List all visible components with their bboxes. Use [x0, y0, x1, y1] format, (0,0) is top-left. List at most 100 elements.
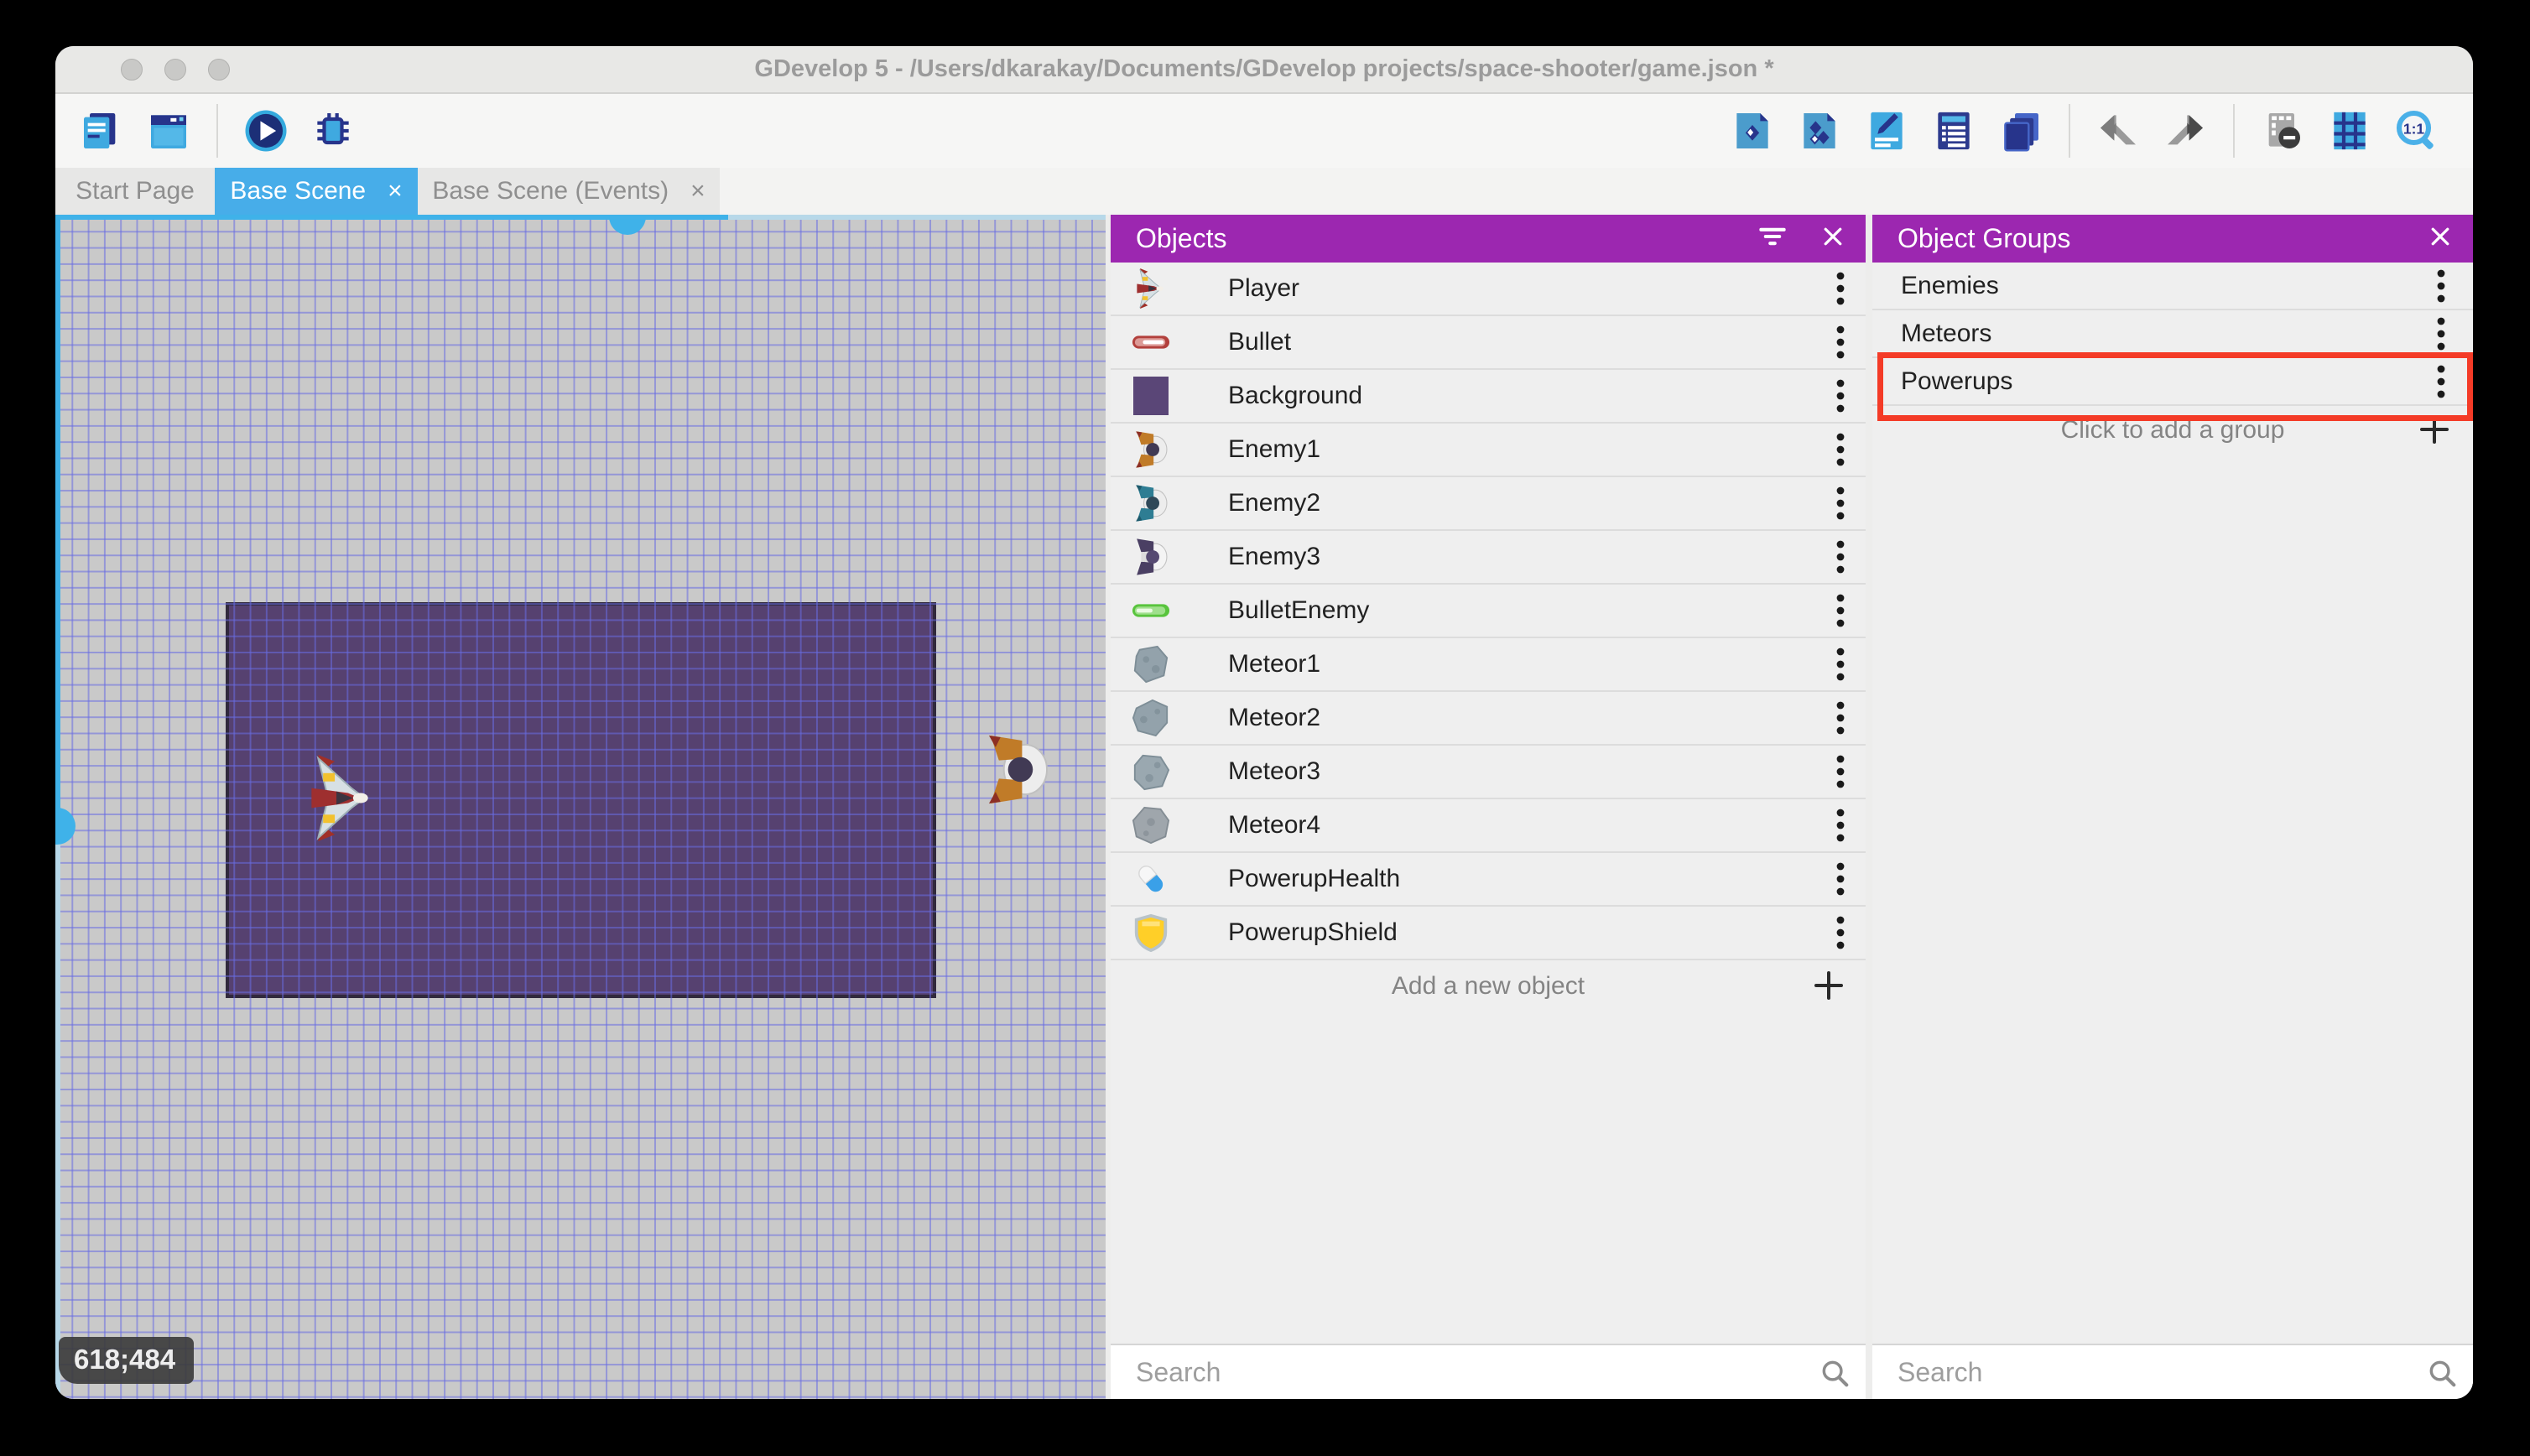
object-label: Meteor2: [1228, 704, 1321, 731]
object-row-bulletenemy[interactable]: BulletEnemy: [1111, 585, 1866, 638]
kebab-menu-icon[interactable]: [1835, 322, 1847, 362]
layers-icon[interactable]: [1996, 107, 2045, 155]
object-label: Meteor1: [1228, 650, 1321, 678]
green-bullet-icon: [1131, 590, 1171, 631]
object-label: Meteor4: [1228, 811, 1321, 839]
preview-play-icon[interactable]: [242, 107, 290, 155]
objects-panel-title: Objects: [1136, 223, 1227, 253]
tab-base-scene-events[interactable]: Base Scene (Events) ×: [418, 168, 720, 215]
group-row-enemies[interactable]: Enemies: [1872, 263, 2473, 310]
object-label: Bullet: [1228, 328, 1292, 356]
kebab-menu-icon[interactable]: [1835, 268, 1847, 309]
kebab-menu-icon[interactable]: [1835, 537, 1847, 577]
kebab-menu-icon[interactable]: [1835, 429, 1847, 470]
vertical-scrollbar[interactable]: [55, 215, 60, 826]
toolbar-separator: [216, 104, 218, 158]
properties-icon[interactable]: [1862, 107, 1911, 155]
search-placeholder: Search: [1898, 1356, 1983, 1387]
object-row-powerupshield[interactable]: PowerupShield: [1111, 907, 1866, 960]
object-label: Player: [1228, 274, 1300, 302]
close-tab-icon[interactable]: ×: [690, 179, 705, 204]
enemy1-instance[interactable]: [986, 732, 1049, 807]
kebab-menu-icon[interactable]: [1835, 913, 1847, 953]
kebab-menu-icon[interactable]: [1835, 376, 1847, 416]
object-label: Enemy1: [1228, 435, 1321, 463]
red-bullet-icon: [1131, 322, 1171, 362]
kebab-menu-icon[interactable]: [1835, 805, 1847, 845]
objects-search-field[interactable]: Search: [1111, 1344, 1866, 1399]
horizontal-scrollbar-track[interactable]: [728, 215, 1106, 220]
object-row-background[interactable]: Background: [1111, 370, 1866, 424]
object-label: PowerupShield: [1228, 918, 1398, 946]
search-icon: [1819, 1357, 1851, 1393]
object-row-meteor4[interactable]: Meteor4: [1111, 799, 1866, 853]
objects-editor-icon[interactable]: [1728, 107, 1777, 155]
object-row-bullet[interactable]: Bullet: [1111, 316, 1866, 370]
tab-start-page[interactable]: Start Page: [55, 168, 215, 215]
app-window: GDevelop 5 - /Users/dkarakay/Documents/G…: [55, 46, 2473, 1399]
object-row-meteor2[interactable]: Meteor2: [1111, 692, 1866, 746]
scene-canvas[interactable]: 618;484: [55, 215, 1106, 1399]
object-row-meteor3[interactable]: Meteor3: [1111, 746, 1866, 799]
object-row-player[interactable]: Player: [1111, 263, 1866, 316]
add-object-row[interactable]: Add a new object: [1111, 960, 1866, 1012]
meteor-rock-icon: [1131, 698, 1171, 738]
tab-label: Base Scene (Events): [432, 177, 669, 205]
toggle-grid-icon[interactable]: [2325, 107, 2374, 155]
close-tab-icon[interactable]: ×: [388, 179, 403, 204]
highlight-rectangle: [1877, 352, 2473, 421]
object-row-powueruphealth[interactable]: PowerupHealth: [1111, 853, 1866, 907]
kebab-menu-icon[interactable]: [1835, 644, 1847, 684]
group-label: Meteors: [1901, 319, 1992, 347]
vertical-scrollbar-track[interactable]: [55, 826, 60, 1399]
blue-pill-icon: [1131, 859, 1171, 899]
object-label: Meteor3: [1228, 757, 1321, 785]
groups-search-field[interactable]: Search: [1872, 1344, 2473, 1399]
player-instance[interactable]: [308, 755, 375, 841]
objects-panel-header: Objects: [1111, 215, 1866, 263]
redo-icon[interactable]: [2161, 107, 2210, 155]
start-page-icon[interactable]: [144, 107, 193, 155]
orange-ship-icon: [1131, 429, 1171, 470]
purple-ship-icon: [1131, 537, 1171, 577]
instances-list-icon[interactable]: [1929, 107, 1978, 155]
object-row-enemy3[interactable]: Enemy3: [1111, 531, 1866, 585]
debug-bug-icon[interactable]: [309, 107, 357, 155]
object-groups-panel: Object Groups Enemies Meteors Powerups C…: [1872, 215, 2473, 1399]
object-row-enemy1[interactable]: Enemy1: [1111, 424, 1866, 477]
kebab-menu-icon[interactable]: [2436, 314, 2448, 354]
object-row-enemy2[interactable]: Enemy2: [1111, 477, 1866, 531]
kebab-menu-icon[interactable]: [2436, 266, 2448, 306]
object-label: PowerupHealth: [1228, 865, 1401, 892]
undo-icon[interactable]: [2094, 107, 2142, 155]
kebab-menu-icon[interactable]: [1835, 698, 1847, 738]
kebab-menu-icon[interactable]: [1835, 483, 1847, 523]
kebab-menu-icon[interactable]: [1835, 751, 1847, 792]
zoom-1-1-icon[interactable]: 1:1: [2392, 107, 2441, 155]
toolbar-separator: [2069, 104, 2070, 158]
editor-tab-bar: Start Page Base Scene × Base Scene (Even…: [55, 168, 2473, 215]
close-panel-icon[interactable]: [2428, 224, 2453, 253]
kebab-menu-icon[interactable]: [1835, 859, 1847, 899]
object-row-meteor1[interactable]: Meteor1: [1111, 638, 1866, 692]
search-placeholder: Search: [1136, 1356, 1221, 1387]
group-row-meteors[interactable]: Meteors: [1872, 310, 2473, 358]
object-groups-editor-icon[interactable]: [1795, 107, 1844, 155]
object-label: Enemy3: [1228, 543, 1321, 570]
main-toolbar: 1:1: [55, 94, 2473, 168]
tab-base-scene[interactable]: Base Scene ×: [215, 168, 418, 215]
project-manager-icon[interactable]: [77, 107, 126, 155]
filter-icon[interactable]: [1758, 224, 1787, 253]
object-groups-panel-title: Object Groups: [1898, 223, 2071, 253]
player-ship-icon: [1131, 268, 1171, 309]
plus-icon[interactable]: [1812, 969, 1845, 1009]
tab-label: Start Page: [75, 177, 195, 205]
close-panel-icon[interactable]: [1820, 224, 1845, 253]
teal-ship-icon: [1131, 483, 1171, 523]
kebab-menu-icon[interactable]: [1835, 590, 1847, 631]
object-label: Enemy2: [1228, 489, 1321, 517]
cursor-coordinates: 618;484: [59, 1337, 195, 1384]
editor-content: 618;484 Objects Player Bullet Background…: [55, 215, 2473, 1399]
toggle-window-mask-icon[interactable]: [2258, 107, 2307, 155]
window-title: GDevelop 5 - /Users/dkarakay/Documents/G…: [754, 55, 1774, 82]
